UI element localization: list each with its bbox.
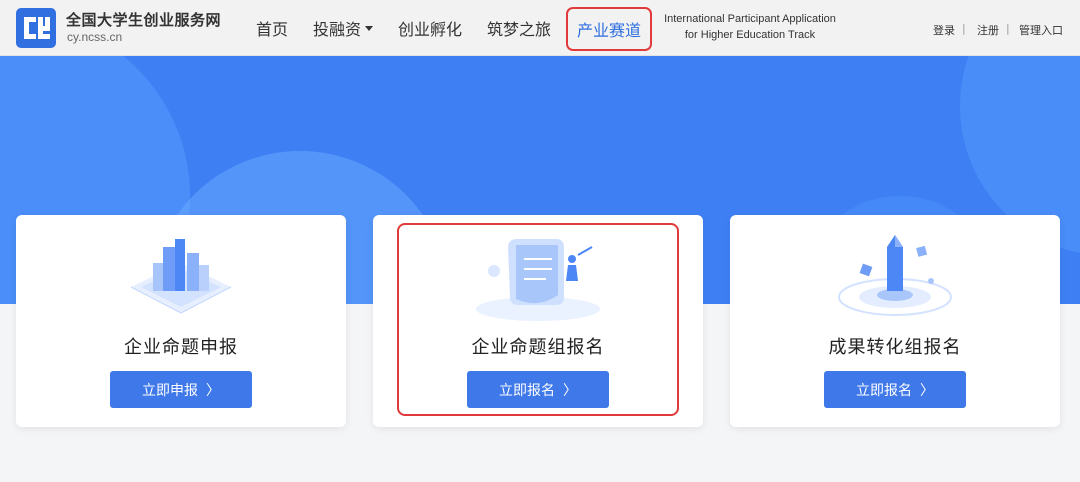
button-label: 立即申报 bbox=[142, 382, 198, 399]
highlight-annotation bbox=[397, 223, 679, 416]
chevron-right-icon: 〉 bbox=[206, 382, 220, 399]
login-link[interactable]: 登录 bbox=[933, 22, 955, 38]
intl-line-2: for Higher Education Track bbox=[684, 29, 816, 41]
nav-incubate[interactable]: 创业孵化 bbox=[398, 16, 462, 40]
chevron-right-icon: 〉 bbox=[920, 382, 934, 399]
button-label: 立即报名 bbox=[856, 382, 912, 399]
admin-link[interactable]: 管理入口 bbox=[1019, 22, 1063, 38]
apply-now-button[interactable]: 立即申报〉 bbox=[110, 371, 252, 408]
site-name[interactable]: 全国大学生创业服务网 bbox=[66, 9, 221, 30]
card-title: 成果转化组报名 bbox=[828, 337, 962, 358]
top-header: 全国大学生创业服务网 cy.ncss.cn 首页 投融资 创业孵化 筑梦之旅 产… bbox=[0, 0, 1080, 56]
card-enterprise-proposal: 企业命题申报 立即申报〉 bbox=[16, 215, 346, 427]
separator: | bbox=[962, 22, 966, 35]
caret-down-icon bbox=[365, 26, 374, 31]
intl-line-1: International Participant Application bbox=[664, 13, 836, 25]
card-title: 企业命题申报 bbox=[124, 337, 238, 358]
register-link[interactable]: 注册 bbox=[977, 22, 999, 38]
crystal-tower-icon bbox=[825, 225, 965, 325]
site-logo-icon[interactable] bbox=[16, 8, 56, 48]
nav-home[interactable]: 首页 bbox=[256, 16, 288, 40]
signup-now-button[interactable]: 立即报名〉 bbox=[824, 371, 966, 408]
card-achievement-transfer-signup: 成果转化组报名 立即报名〉 bbox=[730, 215, 1060, 427]
nav-invest[interactable]: 投融资 bbox=[313, 16, 374, 40]
city-buildings-icon bbox=[111, 225, 251, 325]
nav-international-application[interactable]: International Participant Application fo… bbox=[663, 11, 837, 43]
nav-invest-label: 投融资 bbox=[313, 20, 362, 39]
separator: | bbox=[1006, 22, 1010, 35]
nav-journey[interactable]: 筑梦之旅 bbox=[487, 16, 551, 40]
site-url: cy.ncss.cn bbox=[67, 30, 123, 44]
nav-industry-track[interactable]: 产业赛道 bbox=[566, 7, 652, 51]
